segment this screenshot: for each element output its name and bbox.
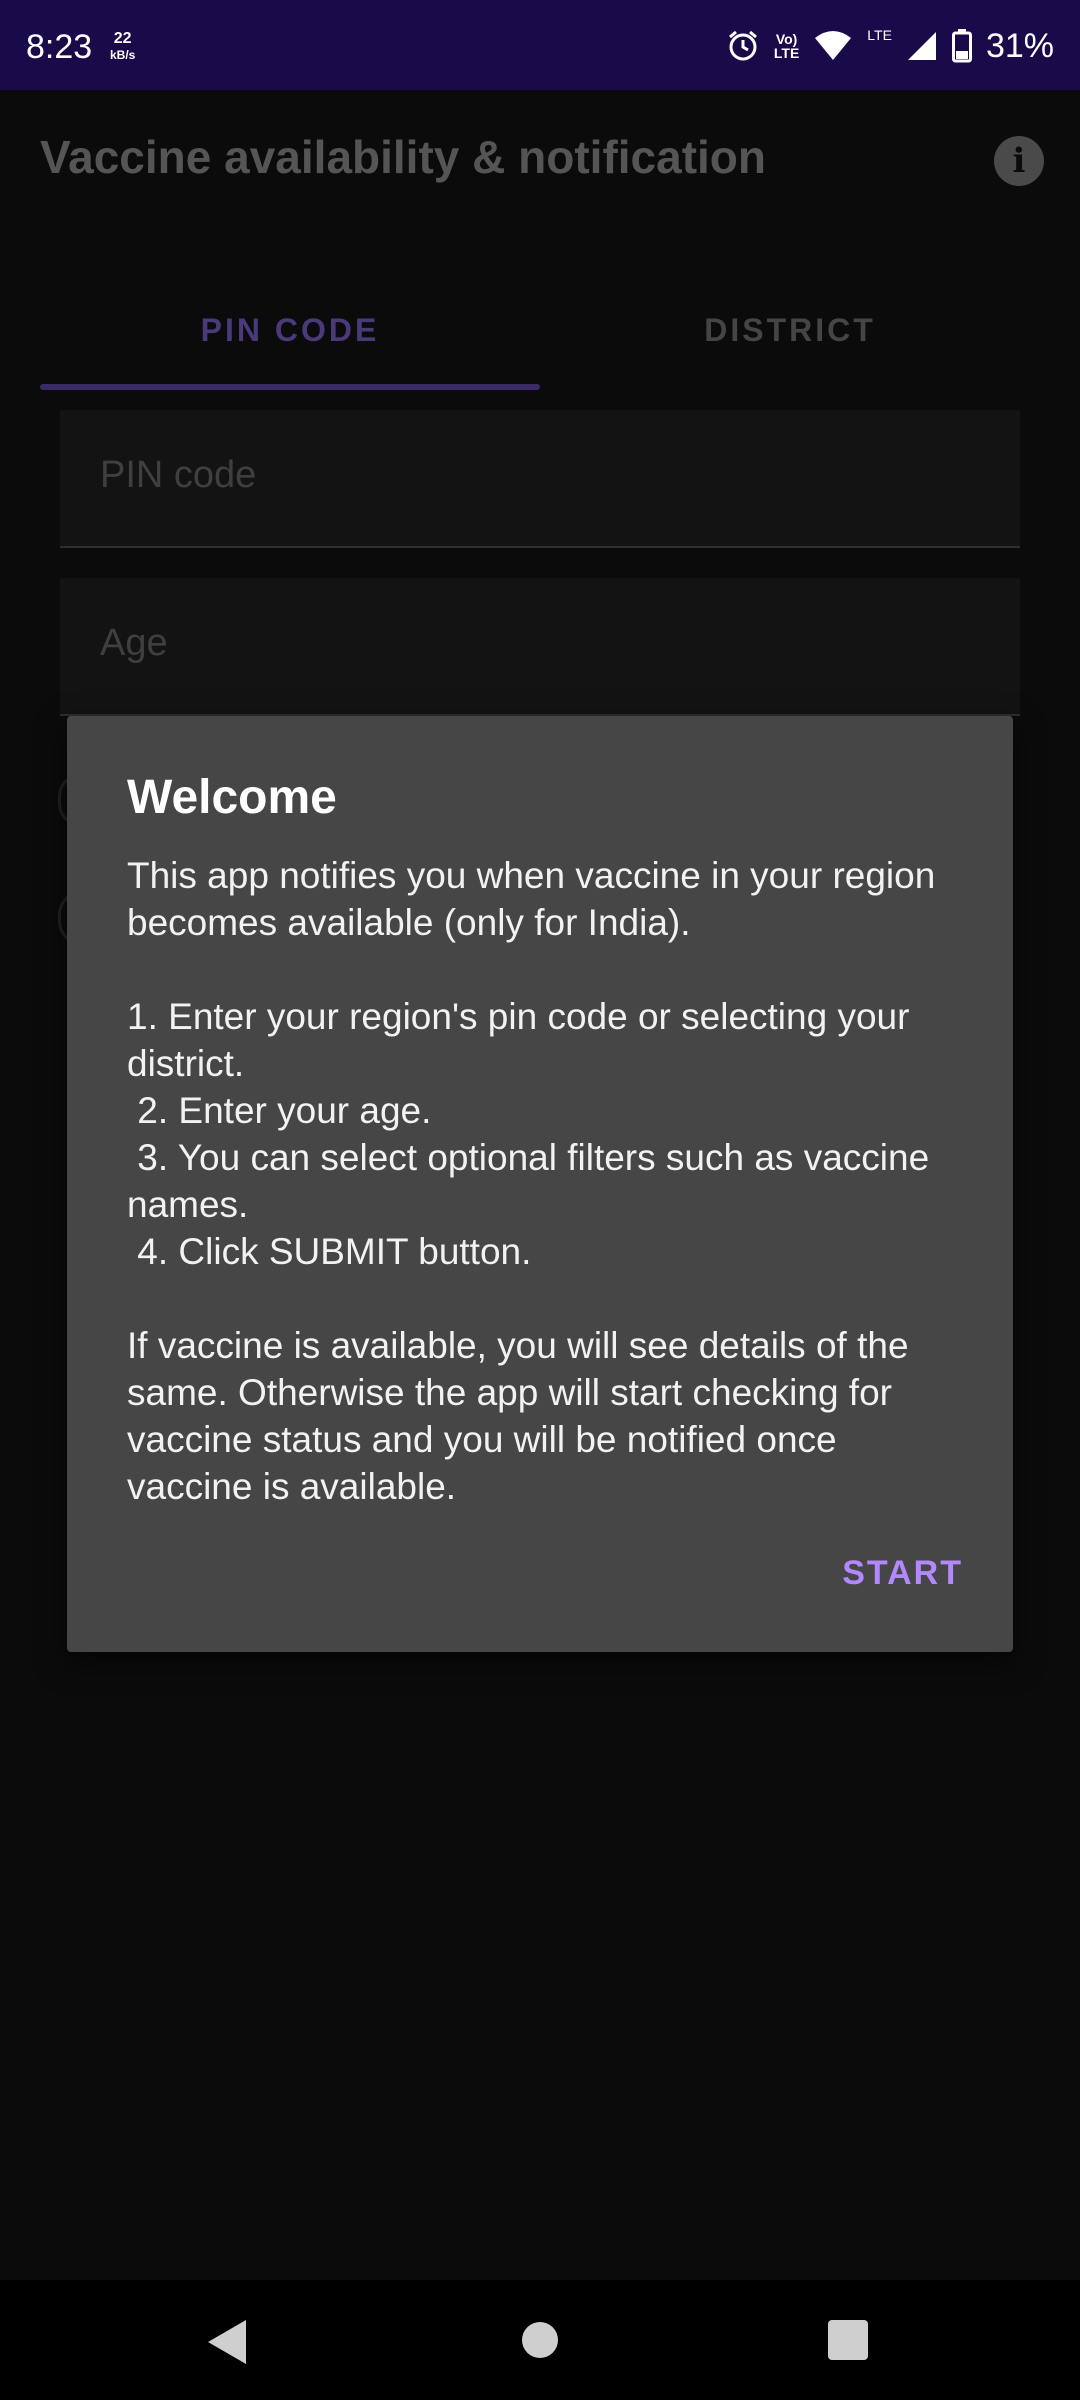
info-glyph: i	[1012, 141, 1026, 181]
recents-icon[interactable]	[828, 2320, 868, 2360]
tab-district[interactable]: DISTRICT	[540, 270, 1040, 390]
start-button[interactable]: START	[842, 1554, 963, 1593]
back-icon[interactable]	[208, 2320, 246, 2364]
age-field[interactable]: Age	[60, 578, 1020, 716]
wifi-icon	[815, 31, 852, 60]
home-icon[interactable]	[522, 2322, 558, 2358]
battery-icon	[951, 29, 972, 63]
dialog-title: Welcome	[127, 771, 337, 824]
network-speed-unit: kB/s	[110, 48, 136, 62]
battery-percentage: 31%	[985, 26, 1054, 65]
volte-top-label: Vo)	[775, 31, 798, 47]
status-icons: Vo) LTE LTE 31%	[726, 24, 1054, 68]
network-speed: 22 kB/s	[110, 30, 135, 64]
lte-label: LTE	[867, 27, 892, 43]
age-placeholder: Age	[100, 622, 168, 664]
tab-bar: PIN CODE DISTRICT	[40, 270, 1040, 390]
pin-code-placeholder: PIN code	[100, 454, 257, 496]
signal-icon	[907, 32, 936, 60]
tab-pin-code[interactable]: PIN CODE	[40, 270, 540, 390]
network-speed-value: 22	[113, 30, 132, 47]
status-time: 8:23	[26, 28, 93, 66]
dialog-message: This app notifies you when vaccine in yo…	[127, 855, 936, 1507]
tab-indicator	[40, 384, 540, 390]
pin-code-field[interactable]: PIN code	[60, 410, 1020, 548]
volte-bottom-label: LTE	[773, 45, 800, 61]
info-icon[interactable]: i	[994, 136, 1044, 186]
status-bar: 8:23 22 kB/s Vo) LTE LTE 31%	[0, 0, 1080, 90]
welcome-dialog: Welcome This app notifies you when vacci…	[67, 716, 1013, 1652]
volte-icon: Vo) LTE	[774, 32, 799, 60]
alarm-icon	[728, 30, 757, 61]
app-title: Vaccine availability & notification	[40, 131, 767, 183]
